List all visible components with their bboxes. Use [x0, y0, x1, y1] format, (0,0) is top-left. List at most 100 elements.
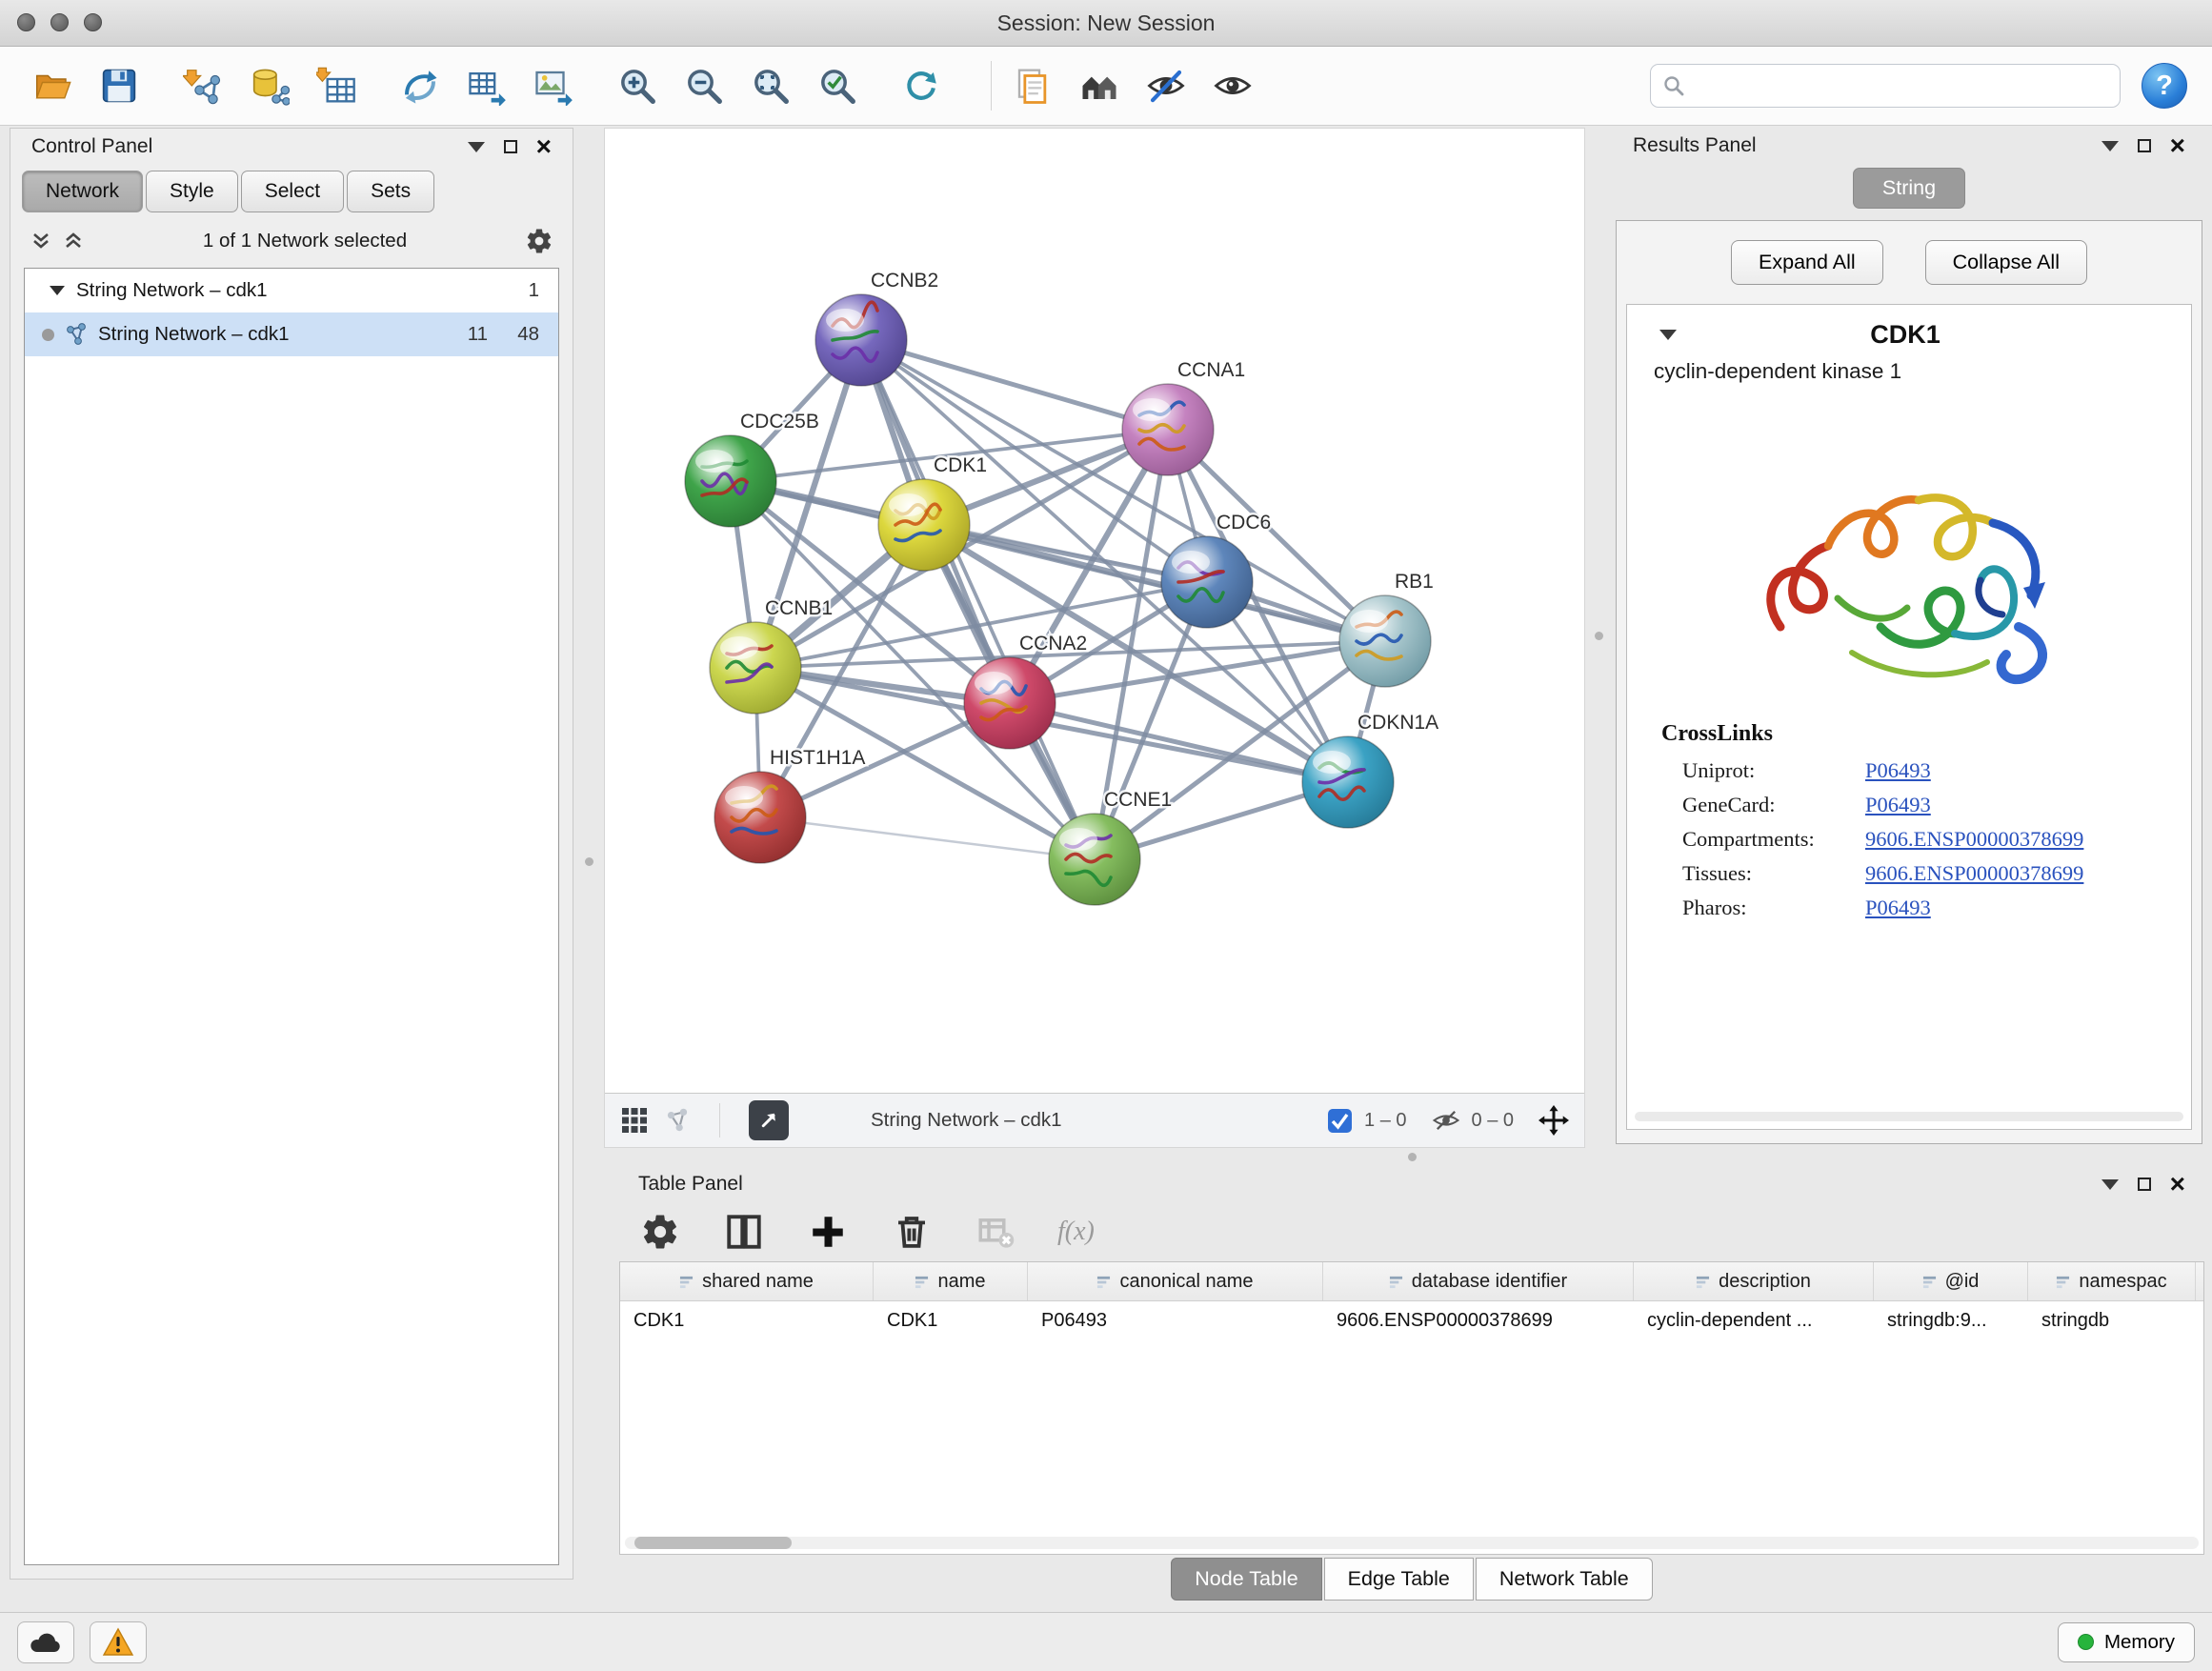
- memory-button[interactable]: Memory: [2058, 1622, 2195, 1662]
- export-image-button[interactable]: [526, 58, 581, 113]
- close-panel-icon[interactable]: ×: [2170, 136, 2185, 155]
- column-header-label: shared name: [702, 1271, 814, 1293]
- title-bar[interactable]: Session: New Session: [0, 0, 2212, 47]
- save-session-button[interactable]: [91, 58, 147, 113]
- maximize-panel-icon[interactable]: [2138, 1178, 2151, 1191]
- table-cell[interactable]: CDK1: [620, 1310, 874, 1332]
- column-header-namespac[interactable]: namespac: [2028, 1262, 2196, 1300]
- network-node-HIST1H1A[interactable]: HIST1H1A: [714, 747, 865, 863]
- grid-view-icon[interactable]: [620, 1106, 649, 1135]
- table-row[interactable]: CDK1CDK1P064939606.ENSP00000378699cyclin…: [620, 1301, 2203, 1339]
- column-header--id[interactable]: @id: [1874, 1262, 2028, 1300]
- import-network-file-button[interactable]: [175, 58, 231, 113]
- network-node-CDC25B[interactable]: CDC25B: [685, 411, 819, 527]
- maximize-panel-icon[interactable]: [504, 140, 517, 153]
- tab-style[interactable]: Style: [146, 171, 238, 212]
- search-input[interactable]: [1693, 73, 2108, 98]
- column-header-database-identifier[interactable]: database identifier: [1323, 1262, 1634, 1300]
- table-horizontal-scrollbar[interactable]: [625, 1537, 2199, 1549]
- create-column-button[interactable]: [806, 1210, 850, 1254]
- network-collection-row[interactable]: String Network – cdk1 1: [25, 269, 558, 312]
- function-builder-button[interactable]: f(x): [1057, 1217, 1095, 1247]
- network-row-selected[interactable]: String Network – cdk1 11 48: [25, 312, 558, 356]
- help-button[interactable]: ?: [2142, 63, 2187, 109]
- import-network-database-button[interactable]: [242, 58, 297, 113]
- tab-network-table[interactable]: Network Table: [1476, 1558, 1653, 1601]
- table-cell[interactable]: stringdb:9...: [1874, 1310, 2028, 1332]
- hidden-eye-slash-icon[interactable]: [1432, 1106, 1460, 1135]
- network-canvas[interactable]: CCNB2CCNA1CDC25BCDK1CDC6RB1CCNB1CCNA2CDK…: [605, 129, 1584, 1093]
- birdseye-view-button[interactable]: [749, 1100, 789, 1140]
- tab-select[interactable]: Select: [241, 171, 344, 212]
- horizontal-splitter-handle[interactable]: [1408, 1153, 1417, 1161]
- crosslink-link[interactable]: 9606.ENSP00000378699: [1865, 861, 2083, 886]
- column-header-description[interactable]: description: [1634, 1262, 1874, 1300]
- string-results-tab[interactable]: String: [1853, 168, 1965, 209]
- network-graph[interactable]: CCNB2CCNA1CDC25BCDK1CDC6RB1CCNB1CCNA2CDK…: [605, 129, 1584, 1094]
- open-session-button[interactable]: [25, 58, 80, 113]
- zoom-fit-button[interactable]: [743, 58, 798, 113]
- search-field[interactable]: [1650, 64, 2121, 108]
- table-cell[interactable]: P06493: [1028, 1310, 1323, 1332]
- cloud-status-button[interactable]: [17, 1621, 74, 1663]
- column-header-canonical-name[interactable]: canonical name: [1028, 1262, 1323, 1300]
- column-header-name[interactable]: name: [874, 1262, 1028, 1300]
- tab-sets[interactable]: Sets: [347, 171, 434, 212]
- table-cell[interactable]: stringdb: [2028, 1310, 2196, 1332]
- tab-node-table[interactable]: Node Table: [1171, 1558, 1321, 1601]
- table-cell[interactable]: cyclin-dependent ...: [1634, 1310, 1874, 1332]
- import-table-button[interactable]: [309, 58, 364, 113]
- float-panel-icon[interactable]: [468, 142, 485, 152]
- scrollbar-thumb[interactable]: [634, 1537, 792, 1549]
- network-node-CCNA1[interactable]: CCNA1: [1122, 359, 1245, 475]
- crosslink-link[interactable]: P06493: [1865, 758, 1931, 783]
- expand-all-icon[interactable]: [30, 230, 52, 252]
- vertical-splitter-handle[interactable]: [585, 857, 593, 866]
- network-options-gear-icon[interactable]: [525, 227, 553, 255]
- selected-checkbox-icon[interactable]: [1327, 1108, 1353, 1134]
- network-node-CCNB2[interactable]: CCNB2: [815, 270, 938, 386]
- pan-move-icon[interactable]: [1538, 1105, 1569, 1136]
- copy-document-button[interactable]: [1005, 58, 1060, 113]
- show-columns-button[interactable]: [722, 1210, 766, 1254]
- crosslink-link[interactable]: 9606.ENSP00000378699: [1865, 827, 2083, 852]
- export-network-button[interactable]: [392, 58, 448, 113]
- crosslink-row: Tissues:9606.ENSP00000378699: [1627, 861, 2191, 886]
- tab-network[interactable]: Network: [22, 171, 143, 212]
- warnings-button[interactable]: [90, 1621, 147, 1663]
- close-panel-icon[interactable]: ×: [536, 137, 552, 156]
- hide-selected-button[interactable]: [1138, 58, 1194, 113]
- zoom-in-button[interactable]: [610, 58, 665, 113]
- tab-edge-table[interactable]: Edge Table: [1324, 1558, 1474, 1601]
- collapse-all-icon[interactable]: [62, 230, 85, 252]
- export-table-button[interactable]: [459, 58, 514, 113]
- crosslink-link[interactable]: P06493: [1865, 793, 1931, 817]
- expand-all-button[interactable]: Expand All: [1731, 240, 1883, 285]
- window-title: Session: New Session: [0, 0, 2212, 46]
- collapse-all-button[interactable]: Collapse All: [1925, 240, 2087, 285]
- close-panel-icon[interactable]: ×: [2170, 1175, 2185, 1194]
- float-panel-icon[interactable]: [2101, 1179, 2119, 1190]
- node-label: CDKN1A: [1357, 712, 1438, 734]
- results-scrollbar[interactable]: [1635, 1112, 2183, 1121]
- gene-collapse-icon[interactable]: [1659, 330, 1677, 340]
- show-all-button[interactable]: [1205, 58, 1260, 113]
- zoom-selected-button[interactable]: [810, 58, 865, 113]
- table-cell[interactable]: 9606.ENSP00000378699: [1323, 1310, 1634, 1332]
- column-header-shared-name[interactable]: shared name: [620, 1262, 874, 1300]
- column-header-label: canonical name: [1119, 1271, 1253, 1293]
- refresh-layout-button[interactable]: [894, 58, 949, 113]
- share-view-icon[interactable]: [664, 1107, 691, 1134]
- maximize-panel-icon[interactable]: [2138, 139, 2151, 152]
- tree-caret-icon[interactable]: [50, 286, 65, 295]
- network-node-RB1[interactable]: RB1: [1339, 571, 1434, 687]
- zoom-out-button[interactable]: [676, 58, 732, 113]
- table-cell[interactable]: CDK1: [874, 1310, 1028, 1332]
- table-settings-button[interactable]: [638, 1210, 682, 1254]
- delete-column-button[interactable]: [890, 1210, 934, 1254]
- vertical-splitter-handle[interactable]: [1595, 632, 1603, 640]
- crosslink-link[interactable]: P06493: [1865, 896, 1931, 920]
- float-panel-icon[interactable]: [2101, 141, 2119, 151]
- database-network-icon: [250, 66, 290, 106]
- first-neighbors-button[interactable]: [1072, 58, 1127, 113]
